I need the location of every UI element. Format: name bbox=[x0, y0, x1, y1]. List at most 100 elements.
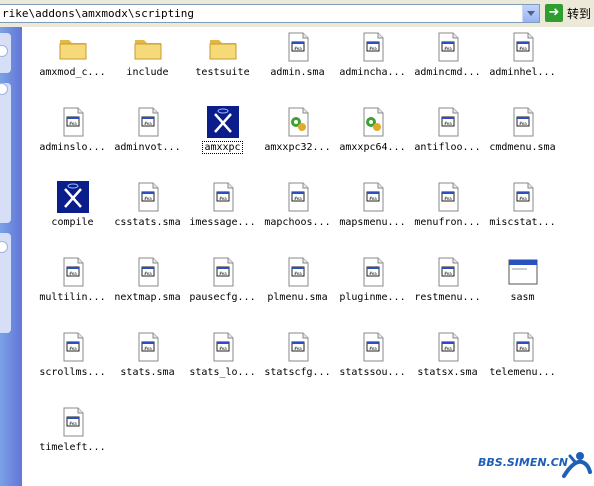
file-item[interactable]: #ea imessage... bbox=[185, 179, 260, 249]
file-item[interactable]: #ea adminhel... bbox=[485, 29, 560, 99]
file-item[interactable]: #ea antifloo... bbox=[410, 104, 485, 174]
file-item[interactable]: #ea statscfg... bbox=[260, 329, 335, 399]
file-item[interactable]: include bbox=[110, 29, 185, 99]
file-item[interactable]: amxxpc32... bbox=[260, 104, 335, 174]
svg-text:#ea: #ea bbox=[144, 121, 152, 126]
file-name: menufron... bbox=[414, 217, 481, 228]
watermark-text: BBS.SIMEN.CN bbox=[478, 456, 569, 469]
svg-text:#ea: #ea bbox=[519, 196, 527, 201]
file-item[interactable]: #ea scrollms... bbox=[35, 329, 110, 399]
file-item[interactable]: #ea statsx.sma bbox=[410, 329, 485, 399]
address-dropdown-button[interactable] bbox=[522, 5, 539, 22]
svg-text:#ea: #ea bbox=[294, 46, 302, 51]
sma-file-icon: #ea bbox=[432, 331, 464, 363]
file-item[interactable]: #ea plmenu.sma bbox=[260, 254, 335, 324]
sma-file-icon: #ea bbox=[207, 331, 239, 363]
file-item[interactable]: #ea telemenu... bbox=[485, 329, 560, 399]
folder-icon bbox=[57, 31, 89, 63]
sma-file-icon: #ea bbox=[282, 256, 314, 288]
collapse-button[interactable] bbox=[0, 41, 11, 59]
sma-file-icon: #ea bbox=[282, 31, 314, 63]
svg-text:#ea: #ea bbox=[369, 271, 377, 276]
svg-text:#ea: #ea bbox=[519, 346, 527, 351]
file-item[interactable]: #ea admincmd... bbox=[410, 29, 485, 99]
svg-text:#ea: #ea bbox=[369, 46, 377, 51]
file-item[interactable]: #ea restmenu... bbox=[410, 254, 485, 324]
sma-file-icon: #ea bbox=[132, 331, 164, 363]
svg-text:#ea: #ea bbox=[219, 346, 227, 351]
svg-text:#ea: #ea bbox=[219, 196, 227, 201]
file-item[interactable]: compile bbox=[35, 179, 110, 249]
svg-text:#ea: #ea bbox=[444, 346, 452, 351]
file-item[interactable]: #ea csstats.sma bbox=[110, 179, 185, 249]
file-name: amxxpc64... bbox=[339, 142, 406, 153]
address-input[interactable]: rike\addons\amxmodx\scripting bbox=[0, 4, 540, 23]
file-name: statscfg... bbox=[264, 367, 331, 378]
file-item[interactable]: testsuite bbox=[185, 29, 260, 99]
folder-icon bbox=[132, 31, 164, 63]
file-item[interactable]: #ea timeleft... bbox=[35, 404, 110, 474]
sma-file-icon: #ea bbox=[432, 256, 464, 288]
file-item[interactable]: #ea nextmap.sma bbox=[110, 254, 185, 324]
svg-text:#ea: #ea bbox=[144, 346, 152, 351]
file-name: amxxpc32... bbox=[264, 142, 331, 153]
sma-file-icon: #ea bbox=[282, 331, 314, 363]
file-item[interactable]: #ea stats_lo... bbox=[185, 329, 260, 399]
svg-text:#ea: #ea bbox=[369, 346, 377, 351]
task-pane-sidebar bbox=[0, 27, 22, 486]
collapse-button[interactable] bbox=[0, 237, 11, 255]
file-name: plmenu.sma bbox=[267, 292, 328, 303]
file-item[interactable]: #ea adminvot... bbox=[110, 104, 185, 174]
file-name: mapchoos... bbox=[264, 217, 331, 228]
file-item[interactable]: #ea mapsmenu... bbox=[335, 179, 410, 249]
svg-text:#ea: #ea bbox=[444, 121, 452, 126]
task-pane-section bbox=[0, 83, 11, 223]
go-button[interactable]: ➜ 转到 bbox=[545, 4, 594, 23]
sma-file-icon: #ea bbox=[507, 331, 539, 363]
sma-file-icon: #ea bbox=[132, 256, 164, 288]
file-name: amxmod_c... bbox=[39, 67, 106, 78]
file-item[interactable]: #ea pluginme... bbox=[335, 254, 410, 324]
file-item[interactable]: amxxpc bbox=[185, 104, 260, 174]
sma-file-icon: #ea bbox=[57, 331, 89, 363]
sma-file-icon: #ea bbox=[207, 256, 239, 288]
svg-text:#ea: #ea bbox=[69, 121, 77, 126]
svg-text:#ea: #ea bbox=[519, 121, 527, 126]
amxxpc-exe-icon bbox=[207, 106, 239, 138]
file-item[interactable]: #ea pausecfg... bbox=[185, 254, 260, 324]
file-item[interactable]: #ea multilin... bbox=[35, 254, 110, 324]
file-name: adminchа... bbox=[339, 67, 406, 78]
sma-file-icon: #ea bbox=[507, 31, 539, 63]
svg-text:#ea: #ea bbox=[294, 346, 302, 351]
file-item[interactable]: amxxpc64... bbox=[335, 104, 410, 174]
file-item[interactable]: amxmod_c... bbox=[35, 29, 110, 99]
go-label: 转到 bbox=[567, 7, 592, 21]
file-item[interactable]: #ea menufron... bbox=[410, 179, 485, 249]
file-name: adminslo... bbox=[39, 142, 106, 153]
sma-file-icon: #ea bbox=[507, 181, 539, 213]
file-item[interactable]: #ea miscstat... bbox=[485, 179, 560, 249]
svg-text:#ea: #ea bbox=[219, 271, 227, 276]
file-name: include bbox=[126, 67, 169, 78]
collapse-button[interactable] bbox=[0, 79, 11, 97]
file-name: admincmd... bbox=[414, 67, 481, 78]
file-name: stats_lo... bbox=[189, 367, 256, 378]
svg-text:#ea: #ea bbox=[294, 271, 302, 276]
file-name: miscstat... bbox=[489, 217, 556, 228]
file-item[interactable]: #ea adminslo... bbox=[35, 104, 110, 174]
app-window-icon bbox=[507, 256, 539, 288]
file-name: admin.sma bbox=[270, 67, 325, 78]
svg-text:#ea: #ea bbox=[294, 196, 302, 201]
folder-icon bbox=[207, 31, 239, 63]
file-name: statsx.sma bbox=[417, 367, 478, 378]
file-item[interactable]: #ea stats.sma bbox=[110, 329, 185, 399]
file-item[interactable]: sasm bbox=[485, 254, 560, 324]
file-item[interactable]: #ea mapchoos... bbox=[260, 179, 335, 249]
file-item[interactable]: #ea admin.sma bbox=[260, 29, 335, 99]
file-name: amxxpc bbox=[202, 141, 243, 154]
file-item[interactable]: #ea statssou... bbox=[335, 329, 410, 399]
file-item[interactable]: #ea cmdmenu.sma bbox=[485, 104, 560, 174]
compile-exe-icon bbox=[57, 181, 89, 213]
file-item[interactable]: #ea adminchа... bbox=[335, 29, 410, 99]
dll-icon bbox=[357, 106, 389, 138]
